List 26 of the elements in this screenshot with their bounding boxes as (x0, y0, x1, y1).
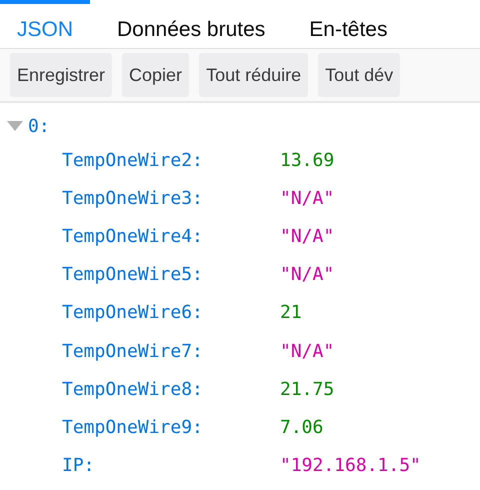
tab[interactable]: Données brutes (100, 0, 282, 48)
tab[interactable]: En-têtes (292, 0, 404, 48)
json-key: TempOneWire6: (62, 302, 280, 324)
json-key: TempOneWire7: (62, 340, 280, 362)
json-key: IP: (62, 455, 280, 476)
toolbar-button[interactable]: Enregistrer (10, 53, 112, 97)
json-value: 21 (280, 302, 302, 324)
json-key: TempOneWire4: (62, 226, 280, 247)
expand-triangle-icon[interactable] (6, 120, 24, 132)
json-value: "N/A" (280, 340, 334, 362)
toolbar-button[interactable]: Copier (122, 53, 190, 97)
json-key: TempOneWire9: (62, 416, 280, 438)
tree-key: 0: (28, 116, 50, 136)
json-value: "N/A" (280, 226, 334, 247)
json-key: TempOneWire8: (62, 378, 280, 400)
json-value: "192.168.1.5" (280, 455, 421, 476)
json-key: TempOneWire3: (62, 188, 280, 209)
toolbar-button[interactable]: Tout réduire (199, 53, 308, 97)
json-key: TempOneWire5: (62, 264, 280, 286)
toolbar-button[interactable]: Tout dév (318, 53, 400, 97)
json-value: "N/A" (280, 188, 334, 209)
json-value: 7.06 (280, 416, 324, 438)
json-value: 13.69 (280, 150, 334, 171)
json-value: 21.75 (280, 378, 334, 400)
json-key: TempOneWire2: (62, 150, 280, 171)
json-value: "N/A" (280, 264, 334, 286)
